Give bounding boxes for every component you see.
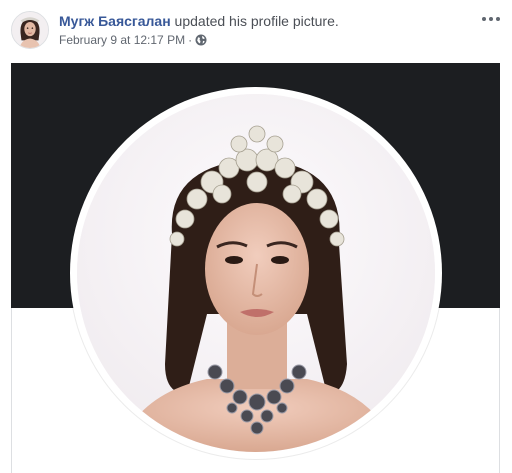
- avatar-image: [12, 12, 48, 48]
- more-dot: [489, 17, 493, 21]
- profile-picture-image: [77, 94, 435, 452]
- post-headline: Мугж Баясгалан updated his profile pictu…: [59, 12, 339, 30]
- post-meta: February 9 at 12:17 PM ·: [59, 33, 207, 47]
- post-action-text: updated his profile picture.: [174, 13, 339, 29]
- globe-icon[interactable]: [195, 34, 207, 46]
- more-options-icon[interactable]: [480, 10, 502, 28]
- more-dot: [496, 17, 500, 21]
- meta-separator: ·: [188, 33, 193, 47]
- author-name-link[interactable]: Мугж Баясгалан: [59, 13, 171, 29]
- profile-picture[interactable]: [77, 94, 435, 452]
- post-timestamp[interactable]: February 9 at 12:17 PM: [59, 33, 185, 47]
- author-avatar[interactable]: [11, 11, 49, 49]
- more-dot: [482, 17, 486, 21]
- post-header: Мугж Баясгалан updated his profile pictu…: [0, 0, 512, 60]
